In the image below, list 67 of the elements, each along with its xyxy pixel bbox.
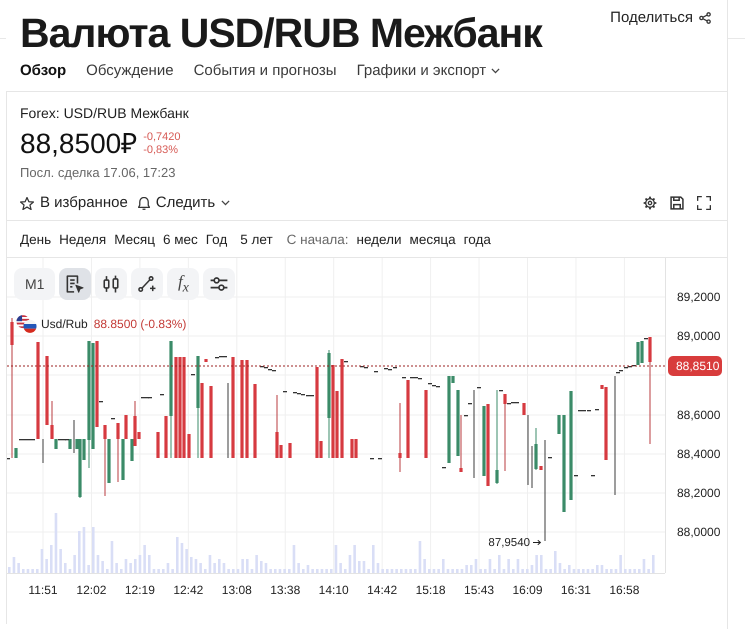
time-axis-label: 16:31 bbox=[560, 583, 591, 597]
save-button[interactable] bbox=[670, 196, 684, 210]
price-change-percent: -0,83% bbox=[143, 144, 180, 157]
chart-settings-button[interactable] bbox=[203, 268, 236, 300]
price-axis-label: 88,4000 bbox=[677, 447, 720, 461]
time-axis-label: 12:02 bbox=[76, 583, 106, 597]
follow-button[interactable]: Следить bbox=[138, 192, 230, 214]
legend-value: 88.8500 (-0.83%) bbox=[94, 316, 186, 333]
price-axis-label: 88,6000 bbox=[677, 408, 720, 422]
interval-button[interactable]: M1 bbox=[14, 268, 56, 300]
time-axis-label: 13:08 bbox=[222, 583, 252, 597]
period-link[interactable]: Неделя bbox=[59, 230, 106, 250]
time-axis-label: 15:18 bbox=[416, 583, 446, 597]
period-link[interactable]: Месяц bbox=[114, 230, 155, 250]
time-axis-label: 16:58 bbox=[609, 583, 640, 597]
page-title: Валюта USD/RUB Межбанк bbox=[20, 9, 542, 57]
price-axis-label: 88,0000 bbox=[677, 525, 720, 539]
period-link[interactable]: 5 лет bbox=[240, 230, 273, 250]
line-plus-icon bbox=[138, 275, 156, 293]
price-value: 88,8500₽ bbox=[20, 128, 138, 160]
time-axis-label: 16:09 bbox=[512, 583, 543, 597]
period-link[interactable]: месяца bbox=[410, 230, 456, 250]
tab[interactable]: Обсуждение bbox=[86, 57, 174, 85]
time-axis-label: 14:10 bbox=[318, 583, 349, 597]
flag-pair-icon bbox=[16, 315, 37, 333]
tab[interactable]: Обзор bbox=[20, 57, 66, 85]
favorite-button[interactable]: В избранное bbox=[20, 192, 128, 214]
share-icon bbox=[699, 12, 711, 24]
legend-symbol: Usd/Rub bbox=[41, 316, 88, 333]
period-link[interactable]: День bbox=[20, 230, 52, 250]
save-icon bbox=[670, 196, 684, 210]
price-axis-label: 88,2000 bbox=[677, 486, 720, 500]
share-button[interactable]: Поделиться bbox=[610, 8, 711, 28]
bell-icon bbox=[138, 196, 150, 210]
time-axis-label: 14:42 bbox=[367, 583, 398, 597]
time-axis-label: 12:19 bbox=[124, 583, 155, 597]
tab[interactable]: События и прогнозы bbox=[194, 57, 337, 85]
period-link[interactable]: года bbox=[464, 230, 491, 250]
drawing-tool-button[interactable] bbox=[131, 268, 164, 300]
indicators-button[interactable]: f$_{x}$ bbox=[167, 268, 200, 300]
star-icon bbox=[20, 196, 34, 210]
settings-icon bbox=[643, 196, 657, 210]
document-cursor-icon bbox=[66, 275, 84, 293]
since-label: С начала: bbox=[286, 231, 348, 249]
fullscreen-icon bbox=[697, 196, 711, 210]
arrow-icon bbox=[532, 540, 542, 546]
last-trade-time: Посл. сделка 17.06, 17:23 bbox=[20, 164, 176, 182]
low-price-label: 87,9540 bbox=[488, 537, 530, 549]
period-link[interactable]: недели bbox=[356, 230, 402, 250]
chart-type-button[interactable] bbox=[95, 268, 128, 300]
settings-button[interactable] bbox=[643, 196, 657, 210]
notes-tool-button[interactable] bbox=[59, 268, 92, 300]
price-axis-label: 89,0000 bbox=[677, 329, 720, 343]
time-axis-label: 13:38 bbox=[270, 583, 300, 597]
candlestick-icon bbox=[102, 275, 120, 293]
sliders-icon bbox=[210, 275, 228, 293]
time-axis-label: 12:42 bbox=[173, 583, 204, 597]
price-axis-label: 89,2000 bbox=[677, 290, 720, 304]
current-price-label: 88,8510 bbox=[668, 356, 722, 376]
period-link[interactable]: 6 мес bbox=[162, 230, 198, 250]
time-axis-label: 15:43 bbox=[464, 583, 494, 597]
period-link[interactable]: Год bbox=[206, 230, 228, 250]
price-change: -0,7420 bbox=[143, 131, 181, 144]
tab[interactable]: Графики и экспорт bbox=[356, 57, 500, 85]
fullscreen-button[interactable] bbox=[697, 196, 711, 210]
instrument-name: Forex: USD/RUB Межбанк bbox=[20, 104, 190, 123]
time-axis-label: 11:51 bbox=[28, 583, 58, 597]
